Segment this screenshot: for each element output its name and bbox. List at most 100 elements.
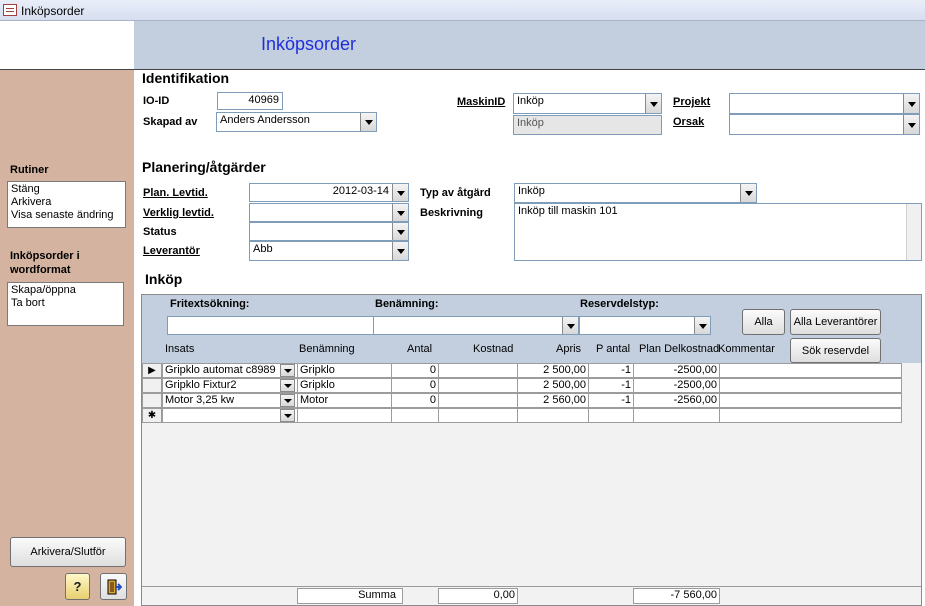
benamning-filter-select[interactable] bbox=[373, 316, 579, 335]
wordformat-heading: Inköpsorder i wordformat bbox=[10, 250, 80, 276]
plan-delkostnad-cell[interactable]: -2500,00 bbox=[633, 363, 720, 378]
apris-cell[interactable]: 2 500,00 bbox=[517, 363, 589, 378]
column-header-benamning: Benämning bbox=[299, 343, 355, 355]
kostnad-cell[interactable] bbox=[438, 378, 518, 393]
orsak-select[interactable] bbox=[729, 114, 920, 135]
chevron-down-icon[interactable] bbox=[903, 115, 919, 134]
alla-button[interactable]: Alla bbox=[742, 309, 785, 335]
help-icon[interactable]: ? bbox=[65, 573, 90, 600]
chevron-down-icon[interactable] bbox=[562, 317, 578, 334]
typ-av-atgard-select[interactable]: Inköp bbox=[514, 183, 757, 203]
table-row[interactable]: Gripklo Fixtur2 Gripklo 0 2 500,00 -1 -2… bbox=[142, 378, 921, 393]
identifikation-heading: Identifikation bbox=[142, 70, 230, 86]
inkop-subform: Fritextsökning: Benämning: Reservdelstyp… bbox=[141, 294, 922, 606]
fritext-search-input[interactable] bbox=[167, 316, 375, 335]
chevron-down-icon[interactable] bbox=[392, 242, 408, 260]
skapad-av-select[interactable]: Anders Andersson bbox=[216, 112, 377, 132]
plan-delkostnad-cell[interactable]: -2500,00 bbox=[633, 378, 720, 393]
kostnad-cell[interactable] bbox=[438, 363, 518, 378]
plan-delkostnad-cell[interactable]: -2560,00 bbox=[633, 393, 720, 408]
insats-cell[interactable] bbox=[162, 408, 298, 423]
list-item-ta-bort[interactable]: Ta bort bbox=[11, 297, 120, 310]
kommentar-cell[interactable] bbox=[719, 408, 902, 423]
projekt-select[interactable] bbox=[729, 93, 920, 114]
summa-label: Summa bbox=[297, 588, 403, 604]
antal-cell[interactable]: 0 bbox=[391, 363, 439, 378]
chevron-down-icon[interactable] bbox=[740, 184, 756, 202]
rutiner-heading: Rutiner bbox=[10, 164, 49, 176]
list-item-skapa[interactable]: Skapa/öppna bbox=[11, 284, 120, 297]
reservdelstyp-label: Reservdelstyp: bbox=[580, 298, 659, 310]
antal-cell[interactable]: 0 bbox=[391, 393, 439, 408]
exit-icon[interactable] bbox=[100, 573, 127, 600]
beskrivning-scrollbar[interactable] bbox=[906, 204, 921, 260]
chevron-down-icon[interactable] bbox=[280, 379, 295, 392]
plan-delkostnad-cell[interactable] bbox=[633, 408, 720, 423]
table-row[interactable]: Motor 3,25 kw Motor 0 2 560,00 -1 -2560,… bbox=[142, 393, 921, 408]
io-id-field[interactable]: 40969 bbox=[217, 92, 283, 110]
p-antal-cell[interactable]: -1 bbox=[588, 393, 634, 408]
window-title: Inköpsorder bbox=[21, 4, 85, 18]
benamning-cell[interactable]: Gripklo bbox=[297, 363, 392, 378]
chevron-down-icon[interactable] bbox=[694, 317, 710, 334]
apris-cell[interactable]: 2 500,00 bbox=[517, 378, 589, 393]
list-item-arkivera[interactable]: Arkivera bbox=[11, 196, 122, 209]
list-item-visa-senaste[interactable]: Visa senaste ändring bbox=[11, 209, 122, 222]
form-header bbox=[134, 21, 925, 69]
antal-cell[interactable] bbox=[391, 408, 439, 423]
chevron-down-icon[interactable] bbox=[280, 364, 295, 377]
p-antal-cell[interactable] bbox=[588, 408, 634, 423]
chevron-down-icon[interactable] bbox=[280, 409, 295, 422]
archive-finish-button[interactable]: Arkivera/Slutför bbox=[10, 537, 126, 567]
table-row[interactable]: ▶ Gripklo automat c8989 Gripklo 0 2 500,… bbox=[142, 363, 921, 378]
column-header-kommentar: Kommentar bbox=[718, 343, 775, 355]
p-antal-cell[interactable]: -1 bbox=[588, 378, 634, 393]
maskinid-select[interactable]: Inköp bbox=[513, 93, 662, 114]
apris-cell[interactable] bbox=[517, 408, 589, 423]
chevron-down-icon[interactable] bbox=[903, 94, 919, 113]
status-select[interactable] bbox=[249, 222, 409, 241]
benamning-cell[interactable]: Motor bbox=[297, 393, 392, 408]
insats-cell[interactable]: Gripklo Fixtur2 bbox=[162, 378, 298, 393]
new-table-row[interactable]: ✱ bbox=[142, 408, 921, 423]
rutiner-list[interactable]: Stäng Arkivera Visa senaste ändring bbox=[7, 181, 126, 228]
beskrivning-textarea[interactable]: Inköp till maskin 101 bbox=[514, 203, 922, 261]
benamning-cell[interactable]: Gripklo bbox=[297, 378, 392, 393]
insats-value: Motor 3,25 kw bbox=[165, 394, 235, 406]
leverantor-select[interactable]: Abb bbox=[249, 241, 409, 261]
plan-levtid-field[interactable]: 2012-03-14 bbox=[249, 183, 409, 202]
kommentar-cell[interactable] bbox=[719, 378, 902, 393]
row-selector[interactable] bbox=[142, 378, 162, 393]
sok-reservdel-button[interactable]: Sök reservdel bbox=[790, 338, 881, 363]
chevron-down-icon[interactable] bbox=[392, 184, 408, 201]
row-selector-current-icon[interactable]: ▶ bbox=[142, 363, 162, 378]
verklig-levtid-field[interactable] bbox=[249, 203, 409, 222]
chevron-down-icon[interactable] bbox=[280, 394, 295, 407]
maskinid-description: Inköp bbox=[513, 115, 662, 135]
chevron-down-icon[interactable] bbox=[392, 204, 408, 221]
antal-cell[interactable]: 0 bbox=[391, 378, 439, 393]
beskrivning-value: Inköp till maskin 101 bbox=[518, 205, 618, 217]
inkop-heading: Inköp bbox=[145, 271, 183, 287]
new-row-icon[interactable]: ✱ bbox=[142, 408, 162, 423]
p-antal-cell[interactable]: -1 bbox=[588, 363, 634, 378]
benamning-cell[interactable] bbox=[297, 408, 392, 423]
chevron-down-icon[interactable] bbox=[360, 113, 376, 131]
header-divider bbox=[0, 69, 925, 70]
list-item-stang[interactable]: Stäng bbox=[11, 183, 122, 196]
window-titlebar: Inköpsorder bbox=[0, 0, 925, 21]
insats-cell[interactable]: Gripklo automat c8989 bbox=[162, 363, 298, 378]
kostnad-cell[interactable] bbox=[438, 393, 518, 408]
wordformat-list[interactable]: Skapa/öppna Ta bort bbox=[7, 282, 124, 326]
beskrivning-label: Beskrivning bbox=[420, 207, 483, 219]
reservdelstyp-select[interactable] bbox=[579, 316, 711, 335]
alla-leverantorer-button[interactable]: Alla Leverantörer bbox=[790, 309, 881, 335]
kommentar-cell[interactable] bbox=[719, 363, 902, 378]
row-selector[interactable] bbox=[142, 393, 162, 408]
insats-cell[interactable]: Motor 3,25 kw bbox=[162, 393, 298, 408]
chevron-down-icon[interactable] bbox=[392, 223, 408, 240]
kostnad-cell[interactable] bbox=[438, 408, 518, 423]
chevron-down-icon[interactable] bbox=[645, 94, 661, 113]
apris-cell[interactable]: 2 560,00 bbox=[517, 393, 589, 408]
kommentar-cell[interactable] bbox=[719, 393, 902, 408]
